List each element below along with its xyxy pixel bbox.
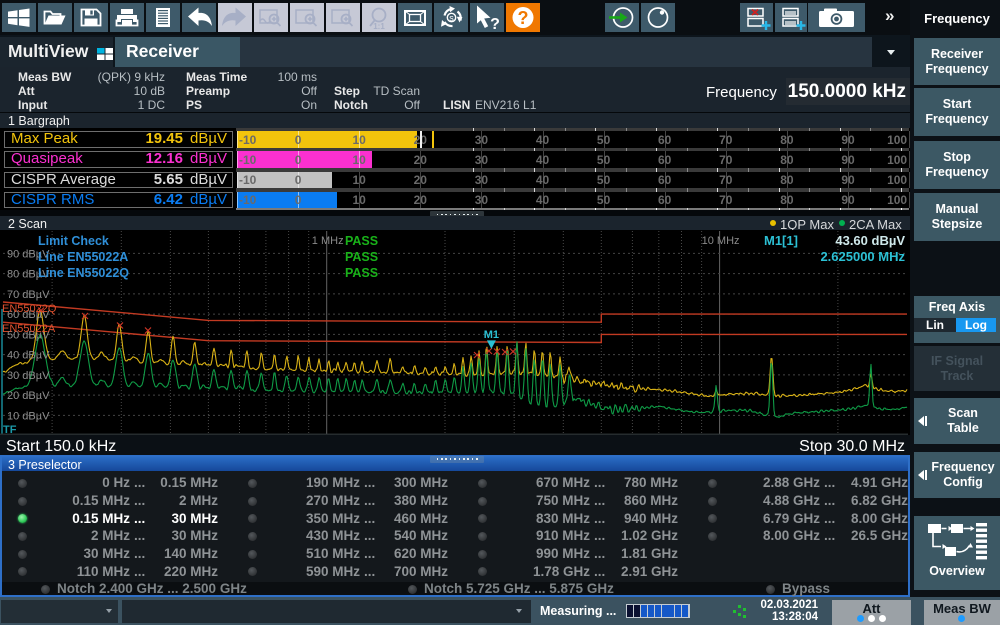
svg-text:1:1: 1:1 [373, 22, 385, 31]
svg-text:?: ? [518, 8, 529, 28]
svg-text:EN55022A: EN55022A [2, 323, 56, 335]
svg-text:PASS: PASS [345, 250, 378, 264]
svg-text:40 dBµV: 40 dBµV [7, 350, 50, 362]
svg-text:EN55022Q: EN55022Q [2, 303, 57, 315]
svg-text:43.60 dBµV: 43.60 dBµV [835, 233, 905, 248]
svg-text:Limit Check: Limit Check [38, 234, 109, 248]
svg-text:10 dBµV: 10 dBµV [7, 410, 50, 422]
svg-text:Line EN55022A: Line EN55022A [38, 250, 128, 264]
svg-text:PASS: PASS [345, 234, 378, 248]
svg-text:30 dBµV: 30 dBµV [7, 370, 50, 382]
svg-text:M1: M1 [484, 329, 499, 341]
svg-text:20 dBµV: 20 dBµV [7, 390, 50, 402]
svg-text:M1[1]: M1[1] [764, 233, 798, 248]
svg-text:10 MHz: 10 MHz [702, 235, 740, 247]
svg-text:PASS: PASS [345, 266, 378, 280]
svg-text:1 MHz: 1 MHz [312, 235, 344, 247]
svg-text:Line EN55022Q: Line EN55022Q [38, 266, 129, 280]
svg-text:?: ? [490, 16, 500, 32]
svg-text:2.625000 MHz: 2.625000 MHz [820, 249, 905, 264]
svg-text:s: s [449, 13, 454, 23]
svg-text:TF: TF [3, 424, 17, 435]
svg-text:70 dBµV: 70 dBµV [7, 289, 50, 301]
